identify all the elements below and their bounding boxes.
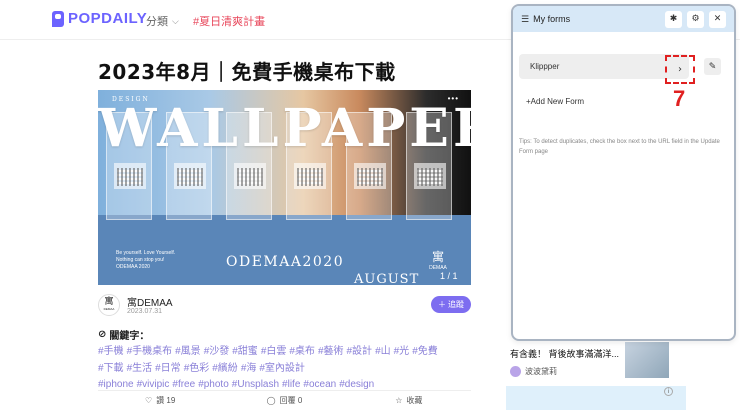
gear-icon: ⚙ — [691, 14, 700, 24]
bug-report-button[interactable]: ✱ — [665, 10, 682, 28]
tag-link[interactable]: #免費 — [412, 346, 438, 357]
article-actions: ♡ 讚 19 ◯ 回覆 0 ☆ 收藏 — [98, 390, 471, 410]
related-story-author[interactable]: 波波黛莉 — [510, 366, 557, 377]
panel-title: My forms — [533, 14, 571, 24]
save-button[interactable]: ☆ 收藏 — [347, 391, 471, 410]
tag-row: #下載 #生活 #日常 #色彩 #繽紛 #海 #室內設計 — [98, 361, 473, 378]
tag-link[interactable]: #設計 — [347, 346, 373, 357]
tag-link[interactable]: #藝術 — [318, 346, 344, 357]
tag-link[interactable]: #沙發 — [204, 346, 230, 357]
tag-link[interactable]: #photo — [198, 379, 229, 390]
like-button[interactable]: ♡ 讚 19 — [98, 391, 222, 410]
pencil-icon: ✎ — [708, 61, 717, 72]
comment-icon: ◯ — [266, 396, 276, 405]
tag-link[interactable]: #ocean — [303, 379, 336, 390]
tag-icon: ⊘ — [98, 329, 107, 340]
panel-header: ☰ My forms ✱ ⚙ ✕ — [513, 6, 734, 32]
logo-text: POPDAILY — [68, 10, 148, 27]
hero-brand-mark: 寓 DEMAA — [429, 250, 447, 271]
hero-slogan: Be yourself. Love Yourself. Nothing can … — [116, 250, 176, 270]
hero-brand: ODEMAA2020 — [226, 254, 345, 270]
open-form-button[interactable]: › — [665, 55, 695, 84]
tag-row: #手機 #手機桌布 #風景 #沙發 #甜蜜 #白雲 #桌布 #藝術 #設計 #山 #光 #免費 — [98, 344, 473, 361]
author-name[interactable]: 寓DEMAA — [127, 294, 173, 309]
author-avatar-small — [510, 366, 521, 377]
form-row-klippper[interactable]: Klippper › — [519, 54, 695, 84]
related-story-title[interactable]: 有含義！ 背後故事滿滿洋... — [510, 347, 619, 360]
hero-wallpapers-text: WALLPAPERS — [98, 98, 471, 159]
tag-link[interactable]: #手機桌布 — [127, 346, 173, 357]
tag-link[interactable]: #山 — [375, 346, 391, 357]
logo-icon — [52, 10, 64, 27]
tag-link[interactable]: #iphone — [98, 379, 134, 390]
tag-link[interactable]: #design — [339, 379, 374, 390]
tag-link[interactable]: #繽紛 — [212, 363, 238, 374]
list-icon: ☰ — [521, 13, 530, 24]
article-title: 2023年8月｜免費手機桌布下載 — [98, 60, 396, 84]
category-menu[interactable]: 分類 ⌵ — [146, 13, 179, 29]
chevron-down-icon: ⌵ — [172, 15, 179, 26]
publish-date: 2023.07.31 — [127, 308, 163, 315]
tag-link[interactable]: #白雲 — [261, 346, 287, 357]
tag-link[interactable]: #色彩 — [184, 363, 210, 374]
settings-button[interactable]: ⚙ — [687, 10, 704, 28]
tag-link[interactable]: #vivipic — [137, 379, 170, 390]
close-button[interactable]: ✕ — [709, 10, 726, 28]
tag-link[interactable]: #life — [282, 379, 300, 390]
tag-list: #手機 #手機桌布 #風景 #沙發 #甜蜜 #白雲 #桌布 #藝術 #設計 #山 #光 #免費 #下載… — [98, 344, 473, 394]
tag-link[interactable]: #Unsplash — [232, 379, 279, 390]
tag-link[interactable]: #free — [172, 379, 195, 390]
tag-link[interactable]: #風景 — [175, 346, 201, 357]
tag-link[interactable]: #下載 — [98, 363, 124, 374]
form-name: Klippper — [530, 62, 560, 71]
follow-button[interactable]: ＋ 追蹤 — [431, 296, 471, 313]
keywords-heading: ⊘ 關鍵字： — [98, 329, 150, 342]
step-annotation: 7 — [673, 86, 686, 111]
tag-link[interactable]: #甜蜜 — [232, 346, 258, 357]
related-story-thumbnail[interactable] — [625, 342, 669, 378]
reply-button[interactable]: ◯ 回覆 0 — [222, 391, 346, 410]
chevron-right-icon: › — [678, 64, 682, 75]
add-new-form-link[interactable]: +Add New Form — [526, 97, 584, 106]
hot-topic-link[interactable]: #夏日清爽計畫 — [193, 13, 265, 29]
ad-banner[interactable] — [506, 386, 686, 410]
tag-link[interactable]: #光 — [394, 346, 410, 357]
tag-link[interactable]: #室內設計 — [259, 363, 305, 374]
site-logo[interactable]: POPDAILY — [52, 10, 147, 27]
plus-icon: ＋ — [438, 300, 446, 309]
hero-image[interactable]: DESIGN ••• WALLPAPERS Be yourself. Love … — [98, 90, 471, 285]
tag-link[interactable]: #生活 — [127, 363, 153, 374]
author-avatar[interactable]: 寓 DEMAA — [98, 294, 120, 316]
edit-form-button[interactable]: ✎ — [704, 58, 721, 75]
image-counter: 1 / 1 — [440, 271, 458, 281]
tips-text: Tips: To detect duplicates, check the bo… — [519, 139, 720, 155]
category-label: 分類 — [146, 16, 168, 28]
bug-icon: ✱ — [669, 14, 678, 24]
tag-link[interactable]: #海 — [241, 363, 257, 374]
tag-link[interactable]: #桌布 — [289, 346, 315, 357]
star-icon: ☆ — [395, 396, 403, 405]
my-forms-panel: ☰ My forms ✱ ⚙ ✕ Klippper › ✎ 7 +Add New… — [511, 4, 736, 341]
tag-link[interactable]: #手機 — [98, 346, 124, 357]
ad-info-icon[interactable]: i — [664, 387, 673, 396]
hero-month: AUGUST — [354, 272, 420, 285]
close-icon: ✕ — [713, 14, 722, 24]
heart-icon: ♡ — [145, 396, 153, 405]
tag-link[interactable]: #日常 — [155, 363, 181, 374]
